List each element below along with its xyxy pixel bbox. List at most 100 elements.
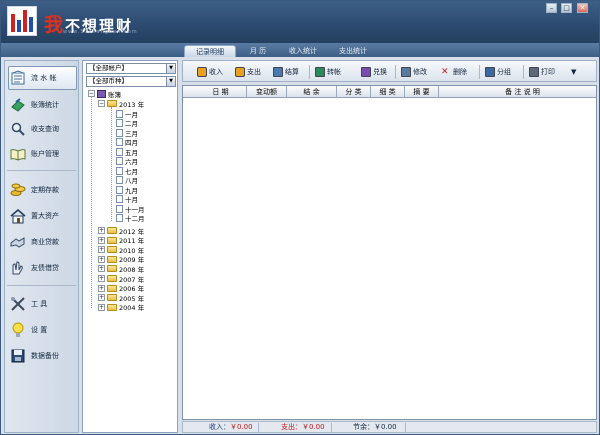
magnifier-icon [9,120,27,138]
nav-settings[interactable]: 设 置 [9,318,77,342]
tree-month-item[interactable]: 六月 [116,157,138,166]
chevron-down-icon[interactable]: ▼ [166,64,175,73]
tree-year-item[interactable]: +2012 年 [98,226,144,236]
edit-button[interactable]: 修改 [401,65,427,79]
column-header-subcategory[interactable]: 细 类 [371,86,405,98]
toolbar: 收入 支出 结算 转帐 兑换 修改 ✕ 删除 分组 打印 ▼ [182,60,597,82]
column-header-change[interactable]: 变动额 [247,86,287,98]
expense-button[interactable]: 支出 [235,65,261,79]
column-header-remark[interactable]: 备 注 说 明 [439,86,600,98]
tree-month-item[interactable]: 七月 [116,166,138,176]
tree-month-label: 十月 [125,196,138,204]
tree-year-item[interactable]: +2004 年 [98,303,144,312]
ledger-book-icon [9,69,27,87]
nav-backup-label: 数据备份 [31,352,59,360]
nav-query[interactable]: 收支查询 [9,117,77,141]
folder-icon [107,255,117,263]
nav-backup[interactable]: 数据备份 [9,344,77,368]
income-button[interactable]: 收入 [197,65,223,79]
tree-month-label: 二月 [125,120,138,128]
nav-query-label: 收支查询 [31,125,59,133]
tree-year-label: 2006 年 [119,285,145,294]
folder-icon [107,284,117,292]
tree-root[interactable]: − 账簿 [88,89,121,99]
tree-month-item[interactable]: 三月 [116,128,138,138]
expand-icon[interactable]: + [98,265,105,273]
maximize-button[interactable]: □ [561,3,572,13]
nav-fixed-deposit-label: 定期存款 [31,186,59,194]
toolbar-more-button[interactable]: ▼ [571,65,576,79]
column-header-balance[interactable]: 结 余 [287,86,337,98]
settle-button[interactable]: 结算 [273,65,299,79]
collapse-icon[interactable]: − [98,100,105,107]
tree-month-item[interactable]: 十二月 [116,214,145,223]
group-icon [485,67,495,77]
expense-label: 支出 [247,68,261,76]
tree-year-item[interactable]: +2010 年 [98,245,144,255]
expand-icon[interactable]: + [98,303,105,311]
tab-income-stats[interactable]: 收入统计 [281,45,325,57]
column-header-category[interactable]: 分 类 [337,86,371,98]
nav-assets[interactable]: 置大资产 [9,204,77,228]
expand-icon[interactable]: + [98,275,105,282]
nav-ledger[interactable]: 流 水 帐 [8,66,77,90]
arrow-right-icon [197,67,207,77]
tab-record-detail[interactable]: 记录明细 [184,45,236,57]
tree-year-open[interactable]: − 2013 年 [98,99,145,109]
collapse-icon[interactable]: − [88,90,95,97]
tab-calendar[interactable]: 月 历 [241,45,275,57]
income-summary: 收入：￥0.00 [209,422,253,432]
tree-month-item[interactable]: 十一月 [116,204,145,214]
toolbar-separator [479,65,480,79]
nav-book-stats[interactable]: 账簿统计 [9,93,77,117]
expand-icon[interactable]: + [98,246,105,254]
exchange-button[interactable]: 兑换 [361,65,387,79]
currency-select-value: 【全部币种】 [89,77,128,85]
document-icon [116,214,123,222]
column-header-date[interactable]: 日 期 [195,86,247,98]
tree-month-item[interactable]: 五月 [116,147,138,157]
tree-month-item[interactable]: 八月 [116,176,138,185]
minimize-button[interactable]: – [546,3,557,13]
tree-month-item[interactable]: 十月 [116,195,138,204]
chevron-down-icon[interactable]: ▼ [166,77,175,86]
tree-year-item[interactable]: +2005 年 [98,293,144,303]
column-header-summary[interactable]: 摘 要 [405,86,439,98]
delete-button[interactable]: ✕ 删除 [441,65,467,79]
nav-friend-loan[interactable]: 友债借贷 [9,256,77,280]
ledger-root-icon [97,89,106,98]
tab-expense-stats[interactable]: 支出统计 [331,45,375,57]
tree-month-item[interactable]: 一月 [116,109,138,119]
app-window: 我不想理财 www.51zhangben.com – □ ✕ 记录明细 月 历 … [0,0,600,435]
expand-icon[interactable]: + [98,255,105,263]
nav-business-loan[interactable]: 商业贷款 [9,230,77,254]
account-select[interactable]: 【全部帐户】 ▼ [86,63,176,74]
currency-select[interactable]: 【全部币种】 ▼ [86,76,176,87]
document-icon [116,138,123,146]
close-button[interactable]: ✕ [577,3,588,13]
tree-guide-line [91,97,92,309]
toolbar-separator [395,65,396,79]
delete-label: 删除 [453,68,467,76]
expand-icon[interactable]: + [98,294,105,302]
expand-icon[interactable]: + [98,227,105,234]
tree-month-item[interactable]: 九月 [116,185,138,195]
tree-year-label: 2013 年 [119,100,145,109]
print-button[interactable]: 打印 [529,65,555,79]
tree-year-item[interactable]: +2011 年 [98,236,144,245]
group-button[interactable]: 分组 [485,65,511,79]
expand-icon[interactable]: + [98,284,105,292]
nav-tools[interactable]: 工 具 [9,292,77,316]
nav-fixed-deposit[interactable]: 定期存款 [9,178,77,202]
transfer-button[interactable]: 转帐 [315,65,341,79]
tree-month-item[interactable]: 二月 [116,119,138,128]
tree-month-item[interactable]: 四月 [116,138,138,147]
tree-year-item[interactable]: +2008 年 [98,264,144,274]
nav-accounts[interactable]: 账户管理 [9,142,77,166]
tree-panel: 【全部帐户】 ▼ 【全部币种】 ▼ − 账簿 − 2013 年一月 二月 三月 四月 五月 六月 七月… [82,60,178,433]
income-label: 收入： [209,423,230,431]
tree-year-item[interactable]: +2009 年 [98,255,144,264]
tree-year-item[interactable]: +2006 年 [98,284,144,293]
tree-year-item[interactable]: +2007 年 [98,274,144,284]
expand-icon[interactable]: + [98,236,105,244]
